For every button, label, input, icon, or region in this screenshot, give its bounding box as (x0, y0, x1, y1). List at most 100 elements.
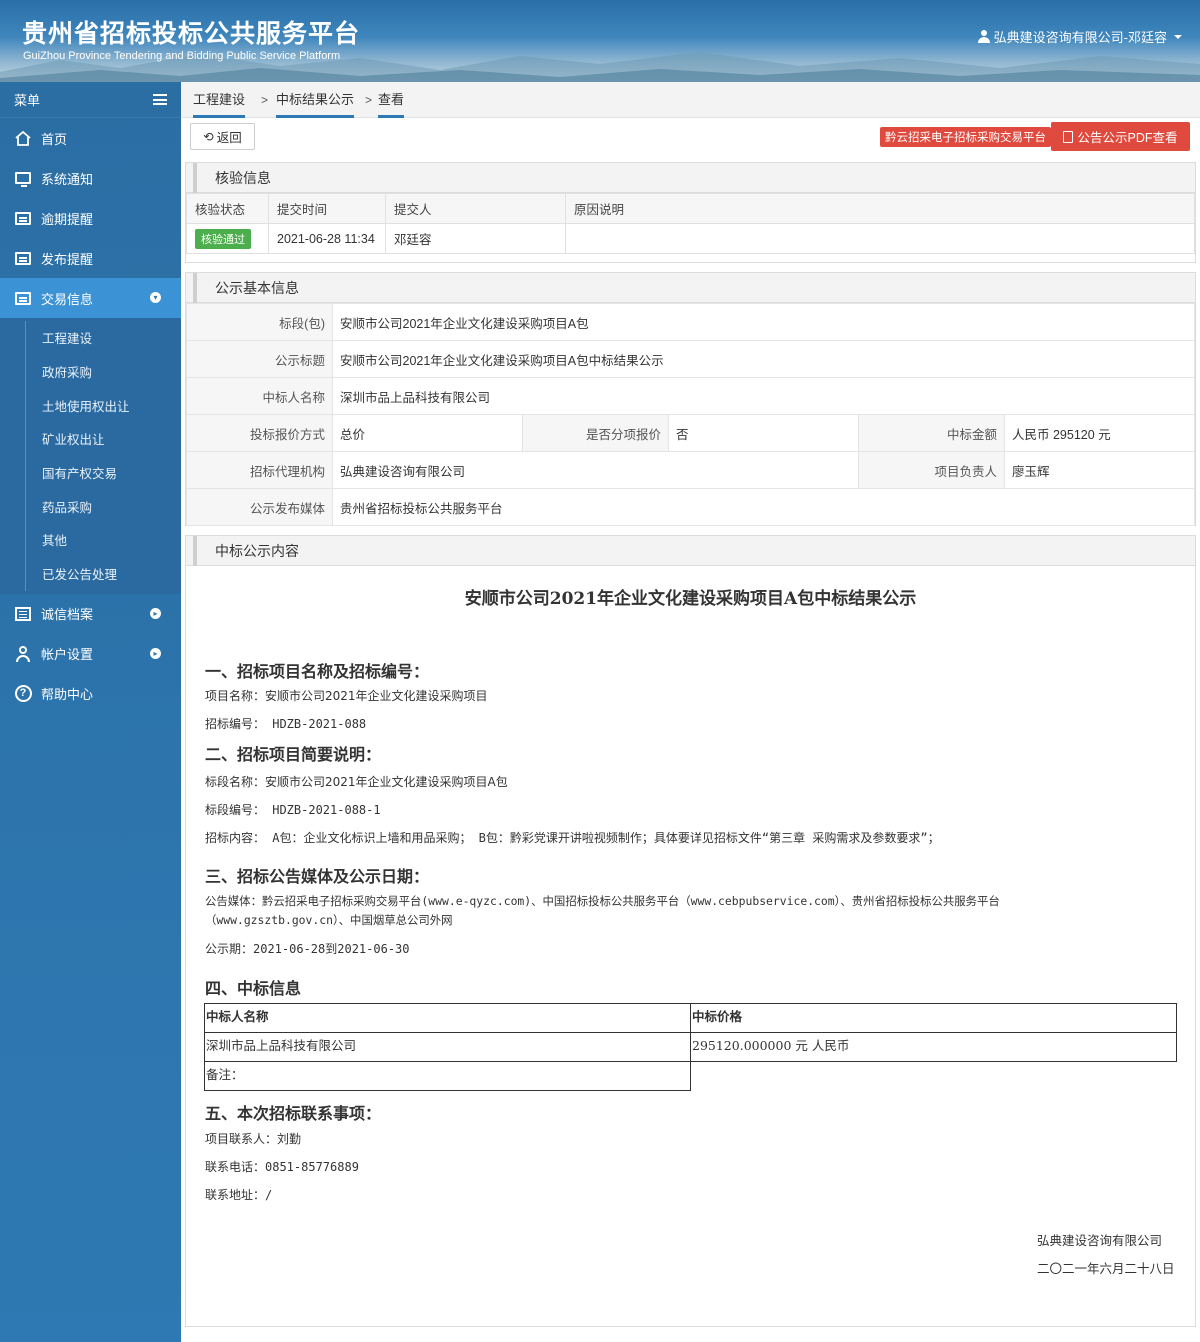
field-label: 中标人名称 (186, 377, 333, 415)
sidebar-item-help[interactable]: ? 帮助中心 (0, 674, 181, 714)
chevron-right-icon: ▸ (150, 647, 161, 659)
sidebar-item-label: 交易信息 (41, 291, 94, 307)
sidebar-subitem-gov-procurement[interactable]: 政府采购 (0, 354, 181, 389)
chevron-down-icon: ▾ (150, 292, 161, 303)
breadcrumb-item[interactable]: 工程建设 (193, 82, 246, 118)
reason-cell (565, 223, 1195, 254)
field-value: 廖玉辉 (1004, 451, 1195, 489)
sidebar-item-publish[interactable]: 发布提醒 (0, 238, 181, 278)
field-label: 中标金额 (858, 414, 1005, 452)
basic-info-panel: 公示基本信息 标段(包) 安顺市公司2021年企业文化建设采购项目A包 公示标题… (185, 272, 1196, 526)
field-value: 否 (668, 414, 859, 452)
field-label: 公示发布媒体 (186, 488, 333, 526)
paragraph: （www.gzsztb.gov.cn）、中国烟草总公司外网 (205, 913, 453, 927)
sidebar-item-label: 帐户设置 (41, 647, 94, 662)
sidebar-item-label: 系统通知 (41, 171, 94, 187)
sidebar-item-trade[interactable]: 交易信息 ▾ (0, 278, 181, 318)
breadcrumb-item-current: 查看 (378, 82, 405, 118)
home-icon (14, 129, 32, 147)
announcement-panel: 中标公示内容 (185, 535, 1196, 1327)
panel-title: 核验信息 (186, 162, 1195, 193)
sidebar-subitem-state-property[interactable]: 国有产权交易 (0, 455, 181, 490)
sidebar: 菜单 首页 系统通知 逾期提醒 发布提醒 交易信息 ▾ 工程建设 政府采购 土地… (0, 82, 181, 1342)
sidebar-item-notice[interactable]: 系统通知 (0, 158, 181, 198)
field-label: 项目负责人 (858, 451, 1005, 489)
section-heading: 五、本次招标联系事项： (205, 1104, 382, 1123)
paragraph: 联系电话：0851-85776889 (205, 1160, 359, 1174)
field-value: 贵州省招标投标公共服务平台 (332, 488, 1195, 526)
site-subtitle: GuiZhou Province Tendering and Bidding P… (23, 50, 341, 62)
field-label: 标段(包) (186, 303, 333, 341)
sidebar-item-home[interactable]: 首页 (0, 118, 181, 158)
paragraph: 公告媒体：黔云招采电子招标采购交易平台(www.e-qyzc.com)、中国招标… (205, 894, 1000, 908)
panel-title: 公示基本信息 (186, 272, 1195, 303)
field-label: 投标报价方式 (186, 414, 333, 452)
sidebar-subitem-other[interactable]: 其他 (0, 523, 181, 557)
signature-date: 二〇二一年六月二十八日 (1037, 1262, 1175, 1276)
breadcrumb-item[interactable]: 中标结果公示 (276, 82, 355, 118)
section-heading: 二、招标项目简要说明： (205, 745, 382, 764)
field-label: 公示标题 (186, 340, 333, 378)
menu-label: 菜单 (14, 93, 41, 108)
section-heading: 四、中标信息 (205, 979, 302, 998)
chevron-right-icon: > (261, 93, 269, 107)
sidebar-subitem-mining[interactable]: 矿业权出让 (0, 422, 181, 456)
sidebar-subitem-engineering[interactable]: 工程建设 (0, 321, 181, 355)
field-value: 总价 (332, 414, 523, 452)
monitor-icon (14, 169, 32, 187)
caret-down-icon (1174, 34, 1182, 39)
paragraph: 标段名称：安顺市公司2021年企业文化建设采购项目A包 (205, 775, 508, 789)
panel-title: 中标公示内容 (186, 535, 1195, 566)
back-button[interactable]: ⟲ 返回 (190, 123, 255, 150)
sidebar-submenu: 工程建设 政府采购 土地使用权出让 矿业权出让 国有产权交易 药品采购 其他 已… (0, 318, 181, 594)
sidebar-item-account[interactable]: 帐户设置 ▸ (0, 634, 181, 674)
paragraph: 公示期：2021-06-28到2021-06-30 (205, 942, 410, 956)
chevron-right-icon: ▸ (150, 607, 161, 619)
pdf-view-button[interactable]: 公告公示PDF查看 (1051, 122, 1190, 151)
sidebar-subitem-published[interactable]: 已发公告处理 (0, 556, 181, 591)
paragraph: 招标内容： A包：企业文化标识上墙和用品采购； B包：黔彩党课开讲啦视频制作；具… (205, 831, 940, 845)
verify-table: 核验状态 提交时间 提交人 原因说明 核验通过 2021-06-28 11:34… (186, 193, 1195, 254)
field-value: 深圳市品上品科技有限公司 (332, 377, 1195, 415)
status-cell: 核验通过 (186, 223, 269, 254)
file-icon (1063, 130, 1074, 143)
submitter-cell: 邓廷容 (385, 223, 566, 254)
sidebar-item-label: 首页 (41, 131, 68, 147)
award-note-cell: 备注： (204, 1061, 691, 1091)
field-value: 安顺市公司2021年企业文化建设采购项目A包中标结果公示 (332, 340, 1195, 378)
user-icon (977, 30, 990, 43)
sidebar-item-label: 发布提醒 (41, 251, 94, 267)
paragraph: 招标编号： HDZB-2021-088 (205, 717, 367, 731)
sidebar-subitem-drug[interactable]: 药品采购 (0, 489, 181, 523)
chevron-right-icon: > (365, 93, 373, 107)
sidebar-item-label: 逾期提醒 (41, 211, 94, 227)
help-icon: ? (14, 685, 32, 703)
site-header: 贵州省招标投标公共服务平台 GuiZhou Province Tendering… (0, 0, 1200, 82)
basic-info-table: 标段(包) 安顺市公司2021年企业文化建设采购项目A包 公示标题 安顺市公司2… (186, 303, 1195, 526)
column-header: 核验状态 (186, 193, 269, 224)
field-value: 安顺市公司2021年企业文化建设采购项目A包 (332, 303, 1195, 341)
time-cell: 2021-06-28 11:34 (268, 223, 386, 254)
sidebar-item-credit[interactable]: 诚信档案 ▸ (0, 594, 181, 634)
list-icon (14, 249, 32, 267)
user-menu[interactable]: 弘典建设咨询有限公司-邓廷容 (977, 27, 1182, 46)
column-header: 提交人 (385, 193, 566, 224)
empty-cell (691, 1062, 1177, 1091)
panel-title-text: 中标公示内容 (215, 542, 299, 559)
hamburger-icon[interactable] (153, 94, 167, 105)
sidebar-subitem-land[interactable]: 土地使用权出让 (0, 388, 181, 422)
verify-panel: 核验信息 核验状态 提交时间 提交人 原因说明 核验通过 2021-06-28 … (185, 162, 1196, 263)
award-table: 中标人名称 中标价格 深圳市品上品科技有限公司 295120.000000 元 … (204, 1003, 1177, 1091)
paragraph: 标段编号： HDZB-2021-088-1 (205, 803, 381, 817)
user-icon (14, 645, 32, 663)
field-label: 是否分项报价 (522, 414, 669, 452)
field-value: 人民币 295120 元 (1004, 414, 1195, 452)
signature-org: 弘典建设咨询有限公司 (1037, 1234, 1163, 1248)
list-icon (14, 605, 32, 623)
sidebar-item-overdue[interactable]: 逾期提醒 (0, 198, 181, 238)
field-label: 招标代理机构 (186, 451, 333, 489)
platform-link-button[interactable]: 黔云招采电子招标采购交易平台 (880, 127, 1051, 147)
status-badge: 核验通过 (195, 228, 251, 249)
list-icon (14, 209, 32, 227)
award-price-cell: 295120.000000 元 人民币 (690, 1032, 1177, 1062)
